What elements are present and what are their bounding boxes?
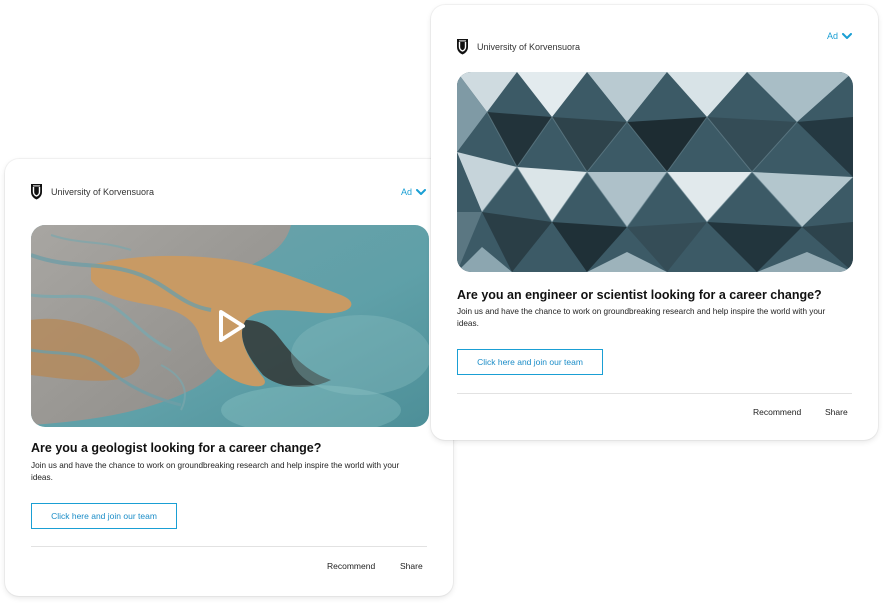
share-button[interactable]: Share <box>400 561 423 571</box>
chevron-down-icon <box>416 188 427 195</box>
ad-image[interactable] <box>457 72 853 272</box>
ad-menu[interactable]: Ad <box>827 31 853 41</box>
ad-card-geologist: University of Korvensuora Ad Are you a g… <box>5 159 453 596</box>
ad-headline: Are you an engineer or scientist looking… <box>457 288 822 302</box>
join-team-button[interactable]: Click here and join our team <box>31 503 177 529</box>
divider <box>457 393 852 394</box>
share-button[interactable]: Share <box>825 407 848 417</box>
play-button[interactable] <box>210 306 250 346</box>
org-name: University of Korvensuora <box>51 186 155 197</box>
org-name: University of Korvensuora <box>477 41 581 52</box>
geometric-concrete-image <box>457 72 853 272</box>
join-team-button[interactable]: Click here and join our team <box>457 349 603 375</box>
ad-card-engineer: University of Korvensuora Ad Are you an … <box>431 5 878 440</box>
ad-body-text: Join us and have the chance to work on g… <box>31 461 400 482</box>
org-header[interactable]: University of Korvensuora <box>456 38 580 55</box>
divider <box>31 546 427 547</box>
recommend-button[interactable]: Recommend <box>327 561 375 571</box>
ad-label: Ad <box>827 31 839 41</box>
org-header[interactable]: University of Korvensuora <box>30 183 154 200</box>
ad-label: Ad <box>401 187 413 197</box>
university-shield-icon <box>31 184 42 200</box>
chevron-down-icon <box>842 32 853 39</box>
ad-video[interactable] <box>31 225 429 427</box>
university-shield-icon <box>457 39 468 55</box>
ad-headline: Are you a geologist looking for a career… <box>31 441 322 455</box>
ad-body-text: Join us and have the chance to work on g… <box>457 307 826 328</box>
play-icon <box>219 310 245 342</box>
ad-menu[interactable]: Ad <box>401 187 427 197</box>
recommend-button[interactable]: Recommend <box>753 407 801 417</box>
